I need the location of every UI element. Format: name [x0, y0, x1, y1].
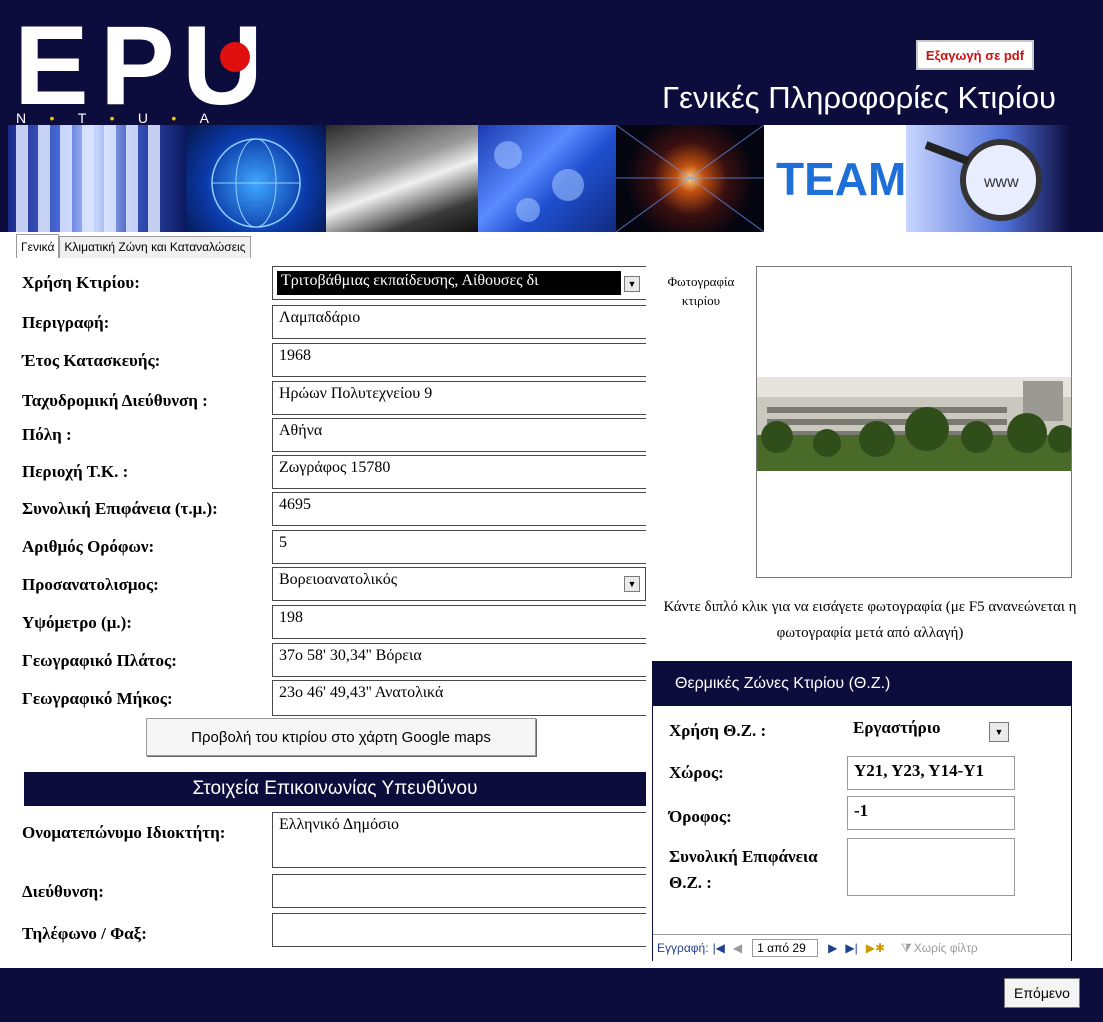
floors-input[interactable]: 5 [272, 530, 646, 564]
previous-record-icon[interactable]: ◀ [729, 941, 746, 955]
usage-label: Χρήση Κτιρίου: [22, 273, 140, 292]
total-area-input[interactable]: 4695 [272, 492, 646, 526]
zone-space-input[interactable]: Υ21, Υ23, Υ14-Υ1 [847, 756, 1015, 790]
zone-floor-label: Όροφος: [669, 807, 732, 826]
contact-address-input[interactable] [272, 874, 646, 908]
contact-address-label: Διεύθυνση: [22, 882, 104, 901]
year-label: Έτος Κατασκευής: [22, 351, 161, 370]
google-maps-button[interactable]: Προβολή του κτιρίου στο χάρτη Google map… [146, 718, 536, 756]
total-area-label: Συνολική Επιφάνεια (τ.μ.): [22, 499, 218, 518]
year-input[interactable]: 1968 [272, 343, 646, 377]
area-zip-input[interactable]: Ζωγράφος 15780 [272, 455, 646, 489]
first-record-icon[interactable]: |◀ [709, 941, 729, 955]
last-record-icon[interactable]: ▶| [841, 941, 861, 955]
usage-selected-value: Τριτοβάθμιας εκπαίδευσης, Αίθουσες δι [277, 271, 621, 295]
phone-input[interactable] [272, 913, 646, 947]
phone-label: Τηλέφωνο / Φαξ: [22, 924, 147, 943]
photo-label: Φωτογραφία κτιρίου [667, 274, 735, 308]
address-input[interactable]: Ηρώων Πολυτεχνείου 9 [272, 381, 646, 415]
owner-label: Ονοματεπώνυμο Ιδιοκτήτη: [22, 823, 226, 842]
description-input[interactable]: Λαμπαδάριο [272, 305, 646, 339]
zone-use-dropdown-icon[interactable]: ▼ [989, 722, 1009, 742]
building-photo[interactable] [756, 266, 1076, 578]
logo: E P U N • T • U • A [14, 3, 263, 128]
record-navigation-bar: Εγγραφή: |◀ ◀ 1 από 29 ▶ ▶| ▶✱ ⧩ Χωρίς φ… [653, 934, 1071, 961]
zone-space-label: Χώρος: [669, 763, 724, 782]
banner-tunnel-image [616, 125, 764, 232]
description-label: Περιγραφή: [22, 313, 110, 332]
no-filter-label[interactable]: Χωρίς φίλτρ [912, 941, 978, 955]
next-record-icon[interactable]: ▶ [824, 941, 841, 955]
record-position-input[interactable]: 1 από 29 [752, 939, 819, 957]
banner-image-strip: TEAM www [8, 125, 1070, 232]
zone-use-label: Χρήση Θ.Ζ. : [669, 721, 767, 740]
export-pdf-button[interactable]: Εξαγωγή σε pdf [916, 40, 1034, 70]
usage-dropdown-icon[interactable]: ▼ [624, 276, 640, 292]
city-label: Πόλη : [22, 425, 72, 444]
zone-use-select[interactable]: Εργαστήριο [847, 714, 987, 748]
city-input[interactable]: Αθήνα [272, 418, 646, 452]
next-button[interactable]: Επόμενο [1004, 978, 1080, 1008]
banner-columns-image [8, 125, 186, 232]
tab-climate-zone[interactable]: Κλιματική Ζώνη και Καταναλώσεις [59, 236, 251, 258]
svg-text:www: www [983, 174, 1019, 191]
page-title: Γενικές Πληροφορίες Κτιρίου [662, 80, 1056, 115]
tab-bar: Γενικά Κλιματική Ζώνη και Καταναλώσεις [16, 234, 251, 258]
banner-globe-image [186, 125, 326, 232]
altitude-label: Υψόμετρο (μ.): [22, 613, 132, 632]
usage-select[interactable]: Τριτοβάθμιας εκπαίδευσης, Αίθουσες δι [272, 266, 646, 300]
zone-area-label: Συνολική Επιφάνεια Θ.Ζ. : [669, 847, 818, 892]
orientation-select[interactable]: Βορειοανατολικός [272, 567, 646, 601]
filter-icon[interactable]: ⧩ [889, 941, 912, 956]
latitude-input[interactable]: 37ο 58' 30,34'' Βόρεια [272, 643, 646, 677]
banner-magnifier-image: www [906, 125, 1070, 232]
altitude-input[interactable]: 198 [272, 605, 646, 639]
zone-area-input[interactable] [847, 838, 1015, 896]
owner-input[interactable]: Ελληνικό Δημόσιο [272, 812, 646, 868]
photo-hint-text: Κάντε διπλό κλικ για να εισάγετε φωτογρα… [663, 599, 1077, 641]
footer-bar [0, 968, 1103, 1022]
longitude-label: Γεωγραφικό Μήκος: [22, 689, 173, 708]
thermal-zones-panel: Θερμικές Ζώνες Κτιρίου (Θ.Ζ.) Χρήση Θ.Ζ.… [652, 661, 1072, 961]
zone-floor-input[interactable]: -1 [847, 796, 1015, 830]
banner-world-map-image [326, 125, 478, 232]
tab-general[interactable]: Γενικά [16, 234, 60, 258]
svg-text:TEAM: TEAM [776, 153, 906, 205]
contact-section-header: Στοιχεία Επικοινωνίας Υπευθύνου [24, 772, 646, 806]
orientation-label: Προσανατολισμος: [22, 575, 159, 594]
logo-subtitle: N • T • U • A [16, 110, 209, 126]
banner-puzzle-image [478, 125, 616, 232]
building-photo-image [757, 377, 1076, 471]
longitude-input[interactable]: 23ο 46' 49,43'' Ανατολικά [272, 680, 646, 716]
new-record-icon[interactable]: ▶✱ [862, 941, 889, 955]
address-label: Ταχυδρομική Διεύθυνση : [22, 391, 208, 410]
area-zip-label: Περιοχή Τ.Κ. : [22, 462, 129, 481]
latitude-label: Γεωγραφικό Πλάτος: [22, 651, 177, 670]
banner-team-image: TEAM [764, 125, 906, 232]
floors-label: Αριθμός Ορόφων: [22, 537, 155, 556]
orientation-dropdown-icon[interactable]: ▼ [624, 576, 640, 592]
thermal-zones-header: Θερμικές Ζώνες Κτιρίου (Θ.Ζ.) [653, 662, 1071, 706]
logo-red-dot [220, 42, 250, 72]
record-label: Εγγραφή: [657, 941, 709, 955]
